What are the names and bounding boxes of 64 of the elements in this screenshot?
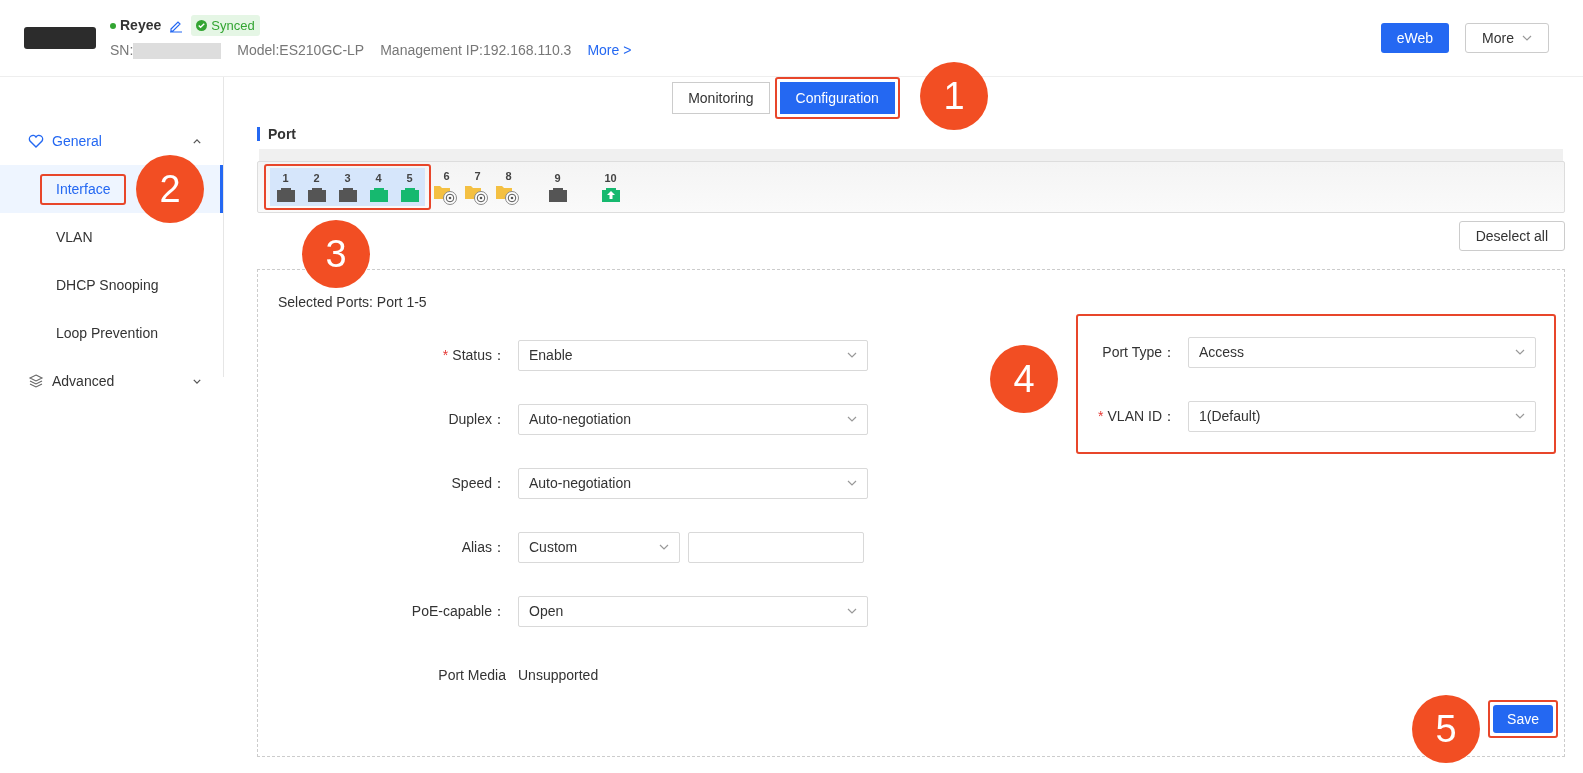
sidebar-item[interactable]: DHCP Snooping <box>40 269 175 301</box>
field-label: Speed： <box>451 474 506 491</box>
management-ip-text: Management IP:192.168.110.3 <box>380 41 572 61</box>
sidebar-item[interactable]: VLAN <box>40 221 109 253</box>
heart-icon <box>28 134 44 148</box>
text-input-field[interactable] <box>688 531 864 563</box>
field-label: Alias： <box>461 538 506 555</box>
chevron-down-icon <box>1515 413 1525 419</box>
select-field[interactable]: Auto-negotiation <box>518 467 868 499</box>
port-number: 1 <box>282 171 289 186</box>
field-label: VLAN ID： <box>1107 407 1176 424</box>
select-field[interactable]: Custom <box>518 531 680 563</box>
port-number: 10 <box>604 171 617 186</box>
device-name: Reyee <box>120 16 162 35</box>
port-number: 6 <box>443 169 450 184</box>
selected-ports-text: Selected Ports: Port 1-5 <box>278 293 427 312</box>
sidebar-group[interactable]: Advanced <box>52 370 193 392</box>
field-label: Duplex： <box>448 410 506 427</box>
layers-icon <box>28 374 44 388</box>
model-text: Model:ES210GC-LP <box>237 41 365 61</box>
chevron-down-icon <box>847 416 857 422</box>
step-number-marker: 4 <box>990 345 1058 413</box>
sidebar-item[interactable]: Interface <box>40 173 127 205</box>
sidebar-item[interactable]: Loop Prevention <box>40 317 174 349</box>
field-label: Port Type： <box>1102 343 1176 360</box>
port-number: 2 <box>313 171 320 186</box>
port-number: 3 <box>344 171 351 186</box>
select-field[interactable]: 1(Default) <box>1188 400 1536 432</box>
sidebar-group[interactable]: General <box>52 130 193 152</box>
view-tab[interactable]: Configuration <box>779 82 895 114</box>
select-field[interactable]: Auto-negotiation <box>518 403 868 435</box>
step-number-marker: 3 <box>302 220 370 288</box>
step-number-marker: 5 <box>1412 695 1480 763</box>
view-tab[interactable]: Monitoring <box>672 82 770 114</box>
deselect-all-button[interactable]: Deselect all <box>1458 221 1565 251</box>
field-label: PoE-capable： <box>411 602 506 619</box>
select-field[interactable]: Access <box>1188 336 1536 368</box>
select-field[interactable]: Open <box>518 595 868 627</box>
select-field[interactable]: Enable <box>518 339 868 371</box>
eweb-button[interactable]: eWeb <box>1380 23 1450 53</box>
field-value: Unsupported <box>518 665 599 685</box>
save-button[interactable]: Save <box>1493 705 1553 733</box>
required-mark: * <box>442 346 449 363</box>
field-label: Port Media <box>438 666 506 683</box>
step-number-marker: 2 <box>136 155 204 223</box>
port-number: 4 <box>375 171 382 186</box>
chevron-down-icon <box>847 352 857 358</box>
port-number: 8 <box>505 169 512 184</box>
chevron-down-icon <box>847 608 857 614</box>
step-number-marker: 1 <box>920 62 988 130</box>
port-number: 5 <box>406 171 413 186</box>
sync-badge: Synced <box>191 14 260 37</box>
chevron-down-icon <box>847 480 857 486</box>
more-link[interactable]: More > <box>587 40 632 62</box>
chevron-down-icon <box>1515 349 1525 355</box>
port-number: 7 <box>474 169 481 184</box>
chevron-down-icon <box>659 544 669 550</box>
switch-device-image <box>24 27 96 49</box>
port-number: 9 <box>554 171 561 186</box>
more-dropdown-button[interactable]: More <box>1465 23 1549 53</box>
chevron-down-icon <box>1522 35 1532 41</box>
field-label: Status： <box>452 346 506 363</box>
required-mark: * <box>1098 407 1104 424</box>
serial-label: SN: <box>110 41 134 61</box>
